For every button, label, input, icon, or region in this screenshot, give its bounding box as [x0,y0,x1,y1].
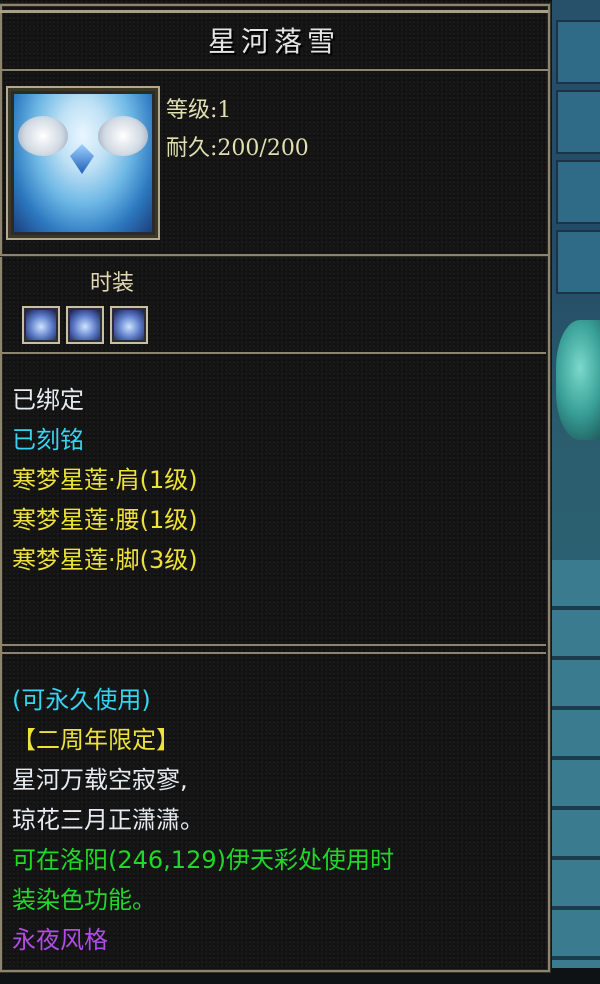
flavor-text-line-1: 星河万载空寂寥, [12,766,188,794]
stone-walkway [545,560,600,968]
dye-info-line-2: 装染色功能。 [12,886,156,914]
item-name: 星河落雪 [207,25,340,58]
dye-info-line-1: 可在洛阳(246,129)伊天彩处使用时 [12,846,394,874]
permanent-use-note: (可永久使用) [12,686,151,714]
set-bonus-waist: 寒梦星莲·腰(1级) [12,506,198,534]
wall-brick [556,160,600,224]
gem-slot-icon[interactable] [22,306,60,344]
jade-pillar [556,320,600,440]
wall-brick [556,230,600,294]
flavor-text-line-2: 琼花三月正潇潇。 [12,806,204,834]
engraved-status: 已刻铭 [12,426,84,454]
item-icon-frame[interactable] [6,86,160,240]
anniversary-limited-tag: 【二周年限定】 [12,726,180,754]
section-divider [0,254,548,256]
item-durability: 耐久:200/200 [166,136,309,161]
set-bonus-shoulder: 寒梦星莲·肩(1级) [12,466,198,494]
bound-status: 已绑定 [12,386,84,414]
gem-slot-icon[interactable] [66,306,104,344]
item-level: 等级:1 [166,98,232,123]
set-bonus-feet: 寒梦星莲·脚(3级) [12,546,198,574]
item-tooltip-panel: 星河落雪 等级:1 耐久:200/200 时装 已绑定 已刻铭 寒梦星莲·肩(1… [0,0,552,972]
style-name: 永夜风格 [12,926,108,954]
fashion-robe-icon [14,94,152,232]
item-category: 时装 [90,271,135,296]
wall-brick [556,20,600,84]
gem-slot-icon[interactable] [110,306,148,344]
wall-brick [556,90,600,154]
